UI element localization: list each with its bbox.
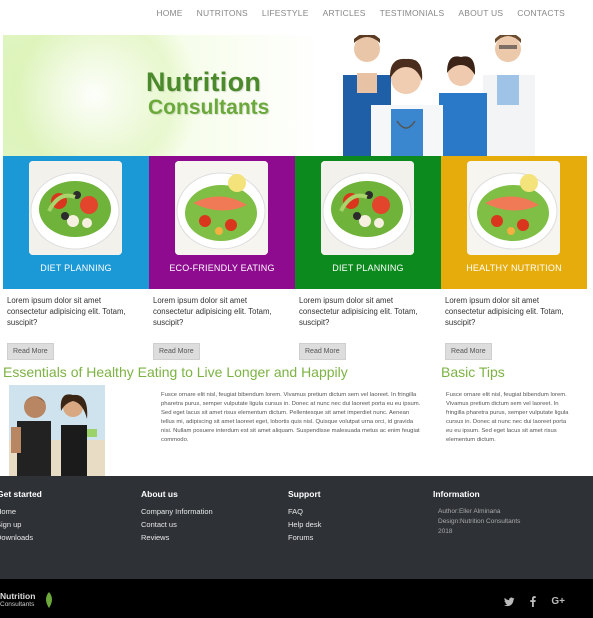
footer-logo-line2: Consultants (0, 601, 35, 608)
footer-link-sign-up[interactable]: Sign up (0, 520, 42, 529)
tile-label: ECO-FRIENDLY EATING (169, 263, 275, 273)
description-text: Lorem ipsum dolor sit amet consectetur a… (153, 296, 272, 327)
footer-link-faq[interactable]: FAQ (288, 507, 321, 516)
hero-title-line2: Consultants (148, 96, 270, 119)
description-column: Lorem ipsum dolor sit amet consectetur a… (295, 295, 441, 360)
read-more-button[interactable]: Read More (7, 343, 54, 360)
basic-tips-text: Fusce ornare elit nisl, feugiat bibendum… (446, 392, 569, 443)
footer-logo-line1: Nutrition (0, 591, 36, 601)
service-tiles: DIET PLANNING ECO-FRIENDLY EATING DIET P… (3, 156, 588, 289)
hero-banner: Nutrition Consultants (3, 35, 588, 156)
footer-heading: Support (288, 489, 321, 499)
footer-get-started: Get started Home Sign up Downloads (0, 489, 42, 546)
footer-link-company-information[interactable]: Company Information (141, 507, 213, 516)
footer-link-help-desk[interactable]: Help desk (288, 520, 321, 529)
read-more-button[interactable]: Read More (153, 343, 200, 360)
description-column: Lorem ipsum dolor sit amet consectetur a… (3, 295, 149, 360)
description-column: Lorem ipsum dolor sit amet consectetur a… (441, 295, 587, 360)
footer-support: Support FAQ Help desk Forums (288, 489, 321, 546)
footer-about-us: About us Company Information Contact us … (141, 489, 213, 546)
footer-heading: Information (433, 489, 480, 499)
description-text: Lorem ipsum dolor sit amet consectetur a… (7, 296, 126, 327)
salmon-salad-image (175, 161, 268, 255)
footer-link-reviews[interactable]: Reviews (141, 533, 213, 542)
fitness-couple-image (9, 385, 105, 476)
footer-link-home[interactable]: Home (0, 507, 42, 516)
footer-information: Information Author:Eller Alminana Design… (433, 489, 520, 537)
essentials-text: Fusce ornare elit nisl, feugiat bibendum… (161, 392, 421, 443)
footer-link-forums[interactable]: Forums (288, 533, 321, 542)
footer-link-contact-us[interactable]: Contact us (141, 520, 213, 529)
facebook-icon[interactable] (529, 596, 537, 607)
footer-link-downloads[interactable]: Downloads (0, 533, 42, 542)
description-text: Lorem ipsum dolor sit amet consectetur a… (445, 296, 564, 327)
tile-label: DIET PLANNING (332, 263, 404, 273)
doctors-team-image (343, 35, 535, 156)
footer: Get started Home Sign up Downloads About… (0, 476, 593, 579)
nav-about-us[interactable]: ABOUT US (458, 8, 503, 18)
tile-diet-planning[interactable]: DIET PLANNING (3, 156, 149, 289)
footer-heading: About us (141, 489, 178, 499)
tile-diet-planning-2[interactable]: DIET PLANNING (295, 156, 441, 289)
footer-author: Author:Eller Alminana (438, 508, 501, 515)
leaf-icon (46, 592, 52, 608)
social-links: G+ (492, 596, 565, 607)
google-plus-icon[interactable]: G+ (551, 596, 565, 607)
read-more-button[interactable]: Read More (299, 343, 346, 360)
description-column: Lorem ipsum dolor sit amet consectetur a… (149, 295, 295, 360)
footer-year: 2018 (438, 528, 453, 535)
nav-lifestyle[interactable]: LIFESTYLE (262, 8, 309, 18)
read-more-button[interactable]: Read More (445, 343, 492, 360)
footer-heading: Get started (0, 489, 42, 499)
nav-home[interactable]: HOME (156, 8, 182, 18)
salad-image (321, 161, 414, 255)
basic-tips-heading: Basic Tips (441, 364, 505, 380)
nav-contacts[interactable]: CONTACTS (517, 8, 565, 18)
tile-eco-friendly-eating[interactable]: ECO-FRIENDLY EATING (149, 156, 295, 289)
nav-testimonials[interactable]: TESTIMONIALS (380, 8, 445, 18)
service-descriptions: Lorem ipsum dolor sit amet consectetur a… (3, 295, 588, 360)
top-navigation: HOME NUTRITONS LIFESTYLE ARTICLES TESTIM… (0, 0, 593, 26)
nav-articles[interactable]: ARTICLES (323, 8, 366, 18)
tile-healthy-nutrition[interactable]: HEALTHY NUTRITION (441, 156, 587, 289)
footer-design: Design:Nutrition Consultants (438, 518, 521, 525)
salmon-salad-image (467, 161, 560, 255)
bottom-bar: Nutrition Consultants G+ (0, 579, 593, 618)
twitter-icon[interactable] (504, 597, 515, 607)
nav-nutritions[interactable]: NUTRITONS (197, 8, 248, 18)
tile-label: DIET PLANNING (40, 263, 112, 273)
essentials-heading: Essentials of Healthy Eating to Live Lon… (3, 364, 348, 380)
salad-image (29, 161, 122, 255)
tile-label: HEALTHY NUTRITION (466, 263, 562, 273)
description-text: Lorem ipsum dolor sit amet consectetur a… (299, 296, 418, 327)
footer-logo[interactable]: Nutrition Consultants (0, 591, 56, 611)
hero-title-line1: Nutrition (146, 67, 262, 97)
